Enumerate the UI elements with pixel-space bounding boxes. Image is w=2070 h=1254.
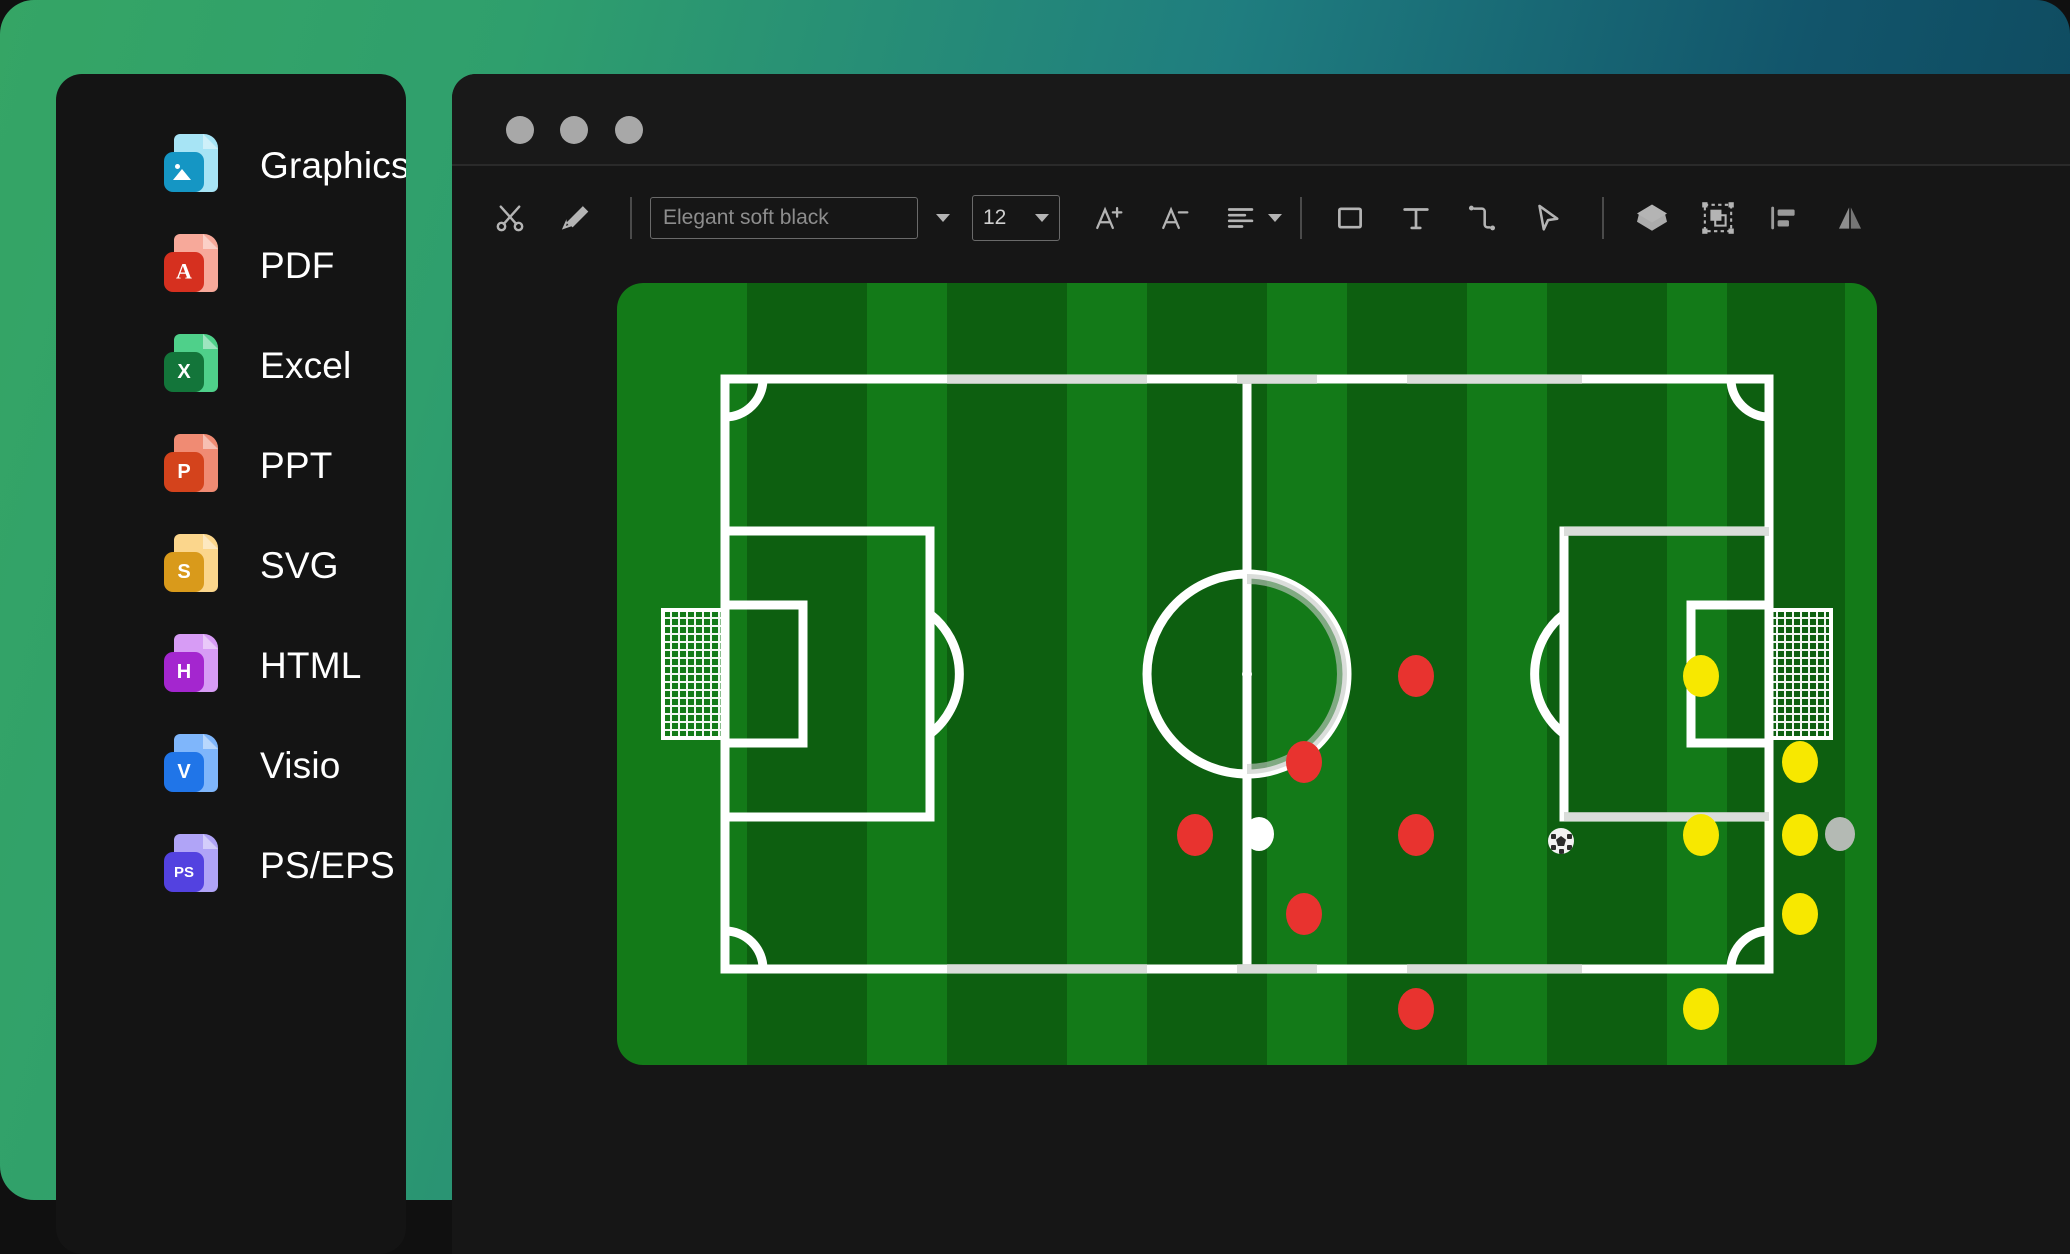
font-name-input[interactable]: Elegant soft black <box>650 197 918 239</box>
player-marker-yellow[interactable] <box>1683 655 1719 697</box>
sidebar-item-label: PS/EPS <box>260 845 395 886</box>
sidebar-item-visio[interactable]: V Visio <box>56 716 406 816</box>
connector-icon[interactable] <box>1452 188 1512 248</box>
file-type-badge: P <box>164 452 204 492</box>
cut-icon[interactable] <box>480 188 540 248</box>
close-button[interactable] <box>506 116 534 144</box>
layers-icon[interactable] <box>1622 188 1682 248</box>
toolbar-divider-1 <box>630 197 632 239</box>
player-marker-yellow[interactable] <box>1683 814 1719 856</box>
svg-file-icon: S <box>160 530 232 602</box>
sidebar-item-excel[interactable]: X Excel <box>56 316 406 416</box>
player-marker-red[interactable] <box>1286 741 1322 783</box>
player-marker-red[interactable] <box>1398 988 1434 1030</box>
flip-icon[interactable] <box>1820 188 1880 248</box>
player-marker-yellow[interactable] <box>1683 988 1719 1030</box>
excel-file-icon: X <box>160 330 232 402</box>
pdf-file-icon <box>160 230 232 302</box>
sidebar-item-label: Graphics <box>260 145 406 186</box>
rectangle-shape-icon[interactable] <box>1320 188 1380 248</box>
soccer-ball-icon[interactable] <box>1548 828 1574 854</box>
file-type-badge: H <box>164 652 204 692</box>
minimize-button[interactable] <box>560 116 588 144</box>
sidebar-item-svg[interactable]: S SVG <box>56 516 406 616</box>
gray-marker[interactable] <box>1825 817 1855 851</box>
sidebar-item-html[interactable]: H HTML <box>56 616 406 716</box>
sidebar-item-label: PDF <box>260 245 335 286</box>
image-glyph-icon <box>172 163 196 181</box>
ball-panel <box>1551 834 1556 839</box>
file-format-sidebar: GraphicsPDFXExcelPPPTSSVGHHTMLVVisioPSPS… <box>56 74 406 1254</box>
file-type-badge <box>164 152 204 192</box>
file-type-badge: PS <box>164 852 204 892</box>
group-objects-icon[interactable] <box>1688 188 1748 248</box>
text-box-icon[interactable] <box>1386 188 1446 248</box>
sidebar-item-label: PPT <box>260 445 333 486</box>
player-marker-yellow[interactable] <box>1782 893 1818 935</box>
font-size-input[interactable]: 12 <box>972 195 1060 241</box>
ppt-file-icon: P <box>160 430 232 502</box>
editor-toolbar: Elegant soft black 12 <box>452 166 2070 270</box>
sidebar-item-ppt[interactable]: P PPT <box>56 416 406 516</box>
font-name-placeholder: Elegant soft black <box>663 206 829 229</box>
file-type-badge <box>164 252 204 292</box>
sidebar-item-label: Visio <box>260 745 341 786</box>
sidebar-item-pdf[interactable]: PDF <box>56 216 406 316</box>
toolbar-divider-3 <box>1602 197 1604 239</box>
sidebar-item-label: Excel <box>260 345 352 386</box>
text-align-icon[interactable] <box>1212 188 1272 248</box>
sidebar-item-ps-eps[interactable]: PS PS/EPS <box>56 816 406 916</box>
file-type-badge: X <box>164 352 204 392</box>
select-cursor-icon[interactable] <box>1518 188 1578 248</box>
player-marker-red-goalkeeper[interactable] <box>1177 814 1213 856</box>
editor-window: Elegant soft black 12 <box>452 74 2070 1254</box>
drawing-canvas[interactable] <box>452 270 2070 1254</box>
player-marker-yellow-goalkeeper[interactable] <box>1782 814 1818 856</box>
toolbar-divider-2 <box>1300 197 1302 239</box>
player-marker-red[interactable] <box>1398 814 1434 856</box>
file-type-badge: V <box>164 752 204 792</box>
format-painter-icon[interactable] <box>546 188 606 248</box>
font-size-dropdown-icon[interactable] <box>1035 214 1049 222</box>
sidebar-item-label: SVG <box>260 545 339 586</box>
decrease-font-size-icon[interactable] <box>1146 188 1206 248</box>
align-objects-icon[interactable] <box>1754 188 1814 248</box>
selection-overlay <box>947 375 1769 973</box>
text-align-dropdown-icon[interactable] <box>1268 214 1282 222</box>
maximize-button[interactable] <box>615 116 643 144</box>
sidebar-item-graphics[interactable]: Graphics <box>56 116 406 216</box>
player-marker-red[interactable] <box>1398 655 1434 697</box>
font-size-value: 12 <box>983 206 1007 229</box>
player-marker-yellow[interactable] <box>1782 741 1818 783</box>
sidebar-item-label: HTML <box>260 645 362 686</box>
font-name-dropdown-icon[interactable] <box>936 214 950 222</box>
window-titlebar <box>452 74 2070 166</box>
white-marker[interactable] <box>1244 817 1274 851</box>
ball-panel <box>1567 845 1572 850</box>
goal-net-right <box>1767 608 1833 740</box>
player-marker-red[interactable] <box>1286 893 1322 935</box>
ball-panel <box>1551 845 1556 850</box>
ball-panel <box>1567 834 1572 839</box>
acrobat-glyph-icon <box>171 259 197 285</box>
goal-net-left <box>661 608 727 740</box>
pseps-file-icon: PS <box>160 830 232 902</box>
graphics-file-icon <box>160 130 232 202</box>
visio-file-icon: V <box>160 730 232 802</box>
soccer-field-diagram[interactable] <box>617 283 1877 1065</box>
html-file-icon: H <box>160 630 232 702</box>
file-type-badge: S <box>164 552 204 592</box>
increase-font-size-icon[interactable] <box>1080 188 1140 248</box>
ball-panel <box>1559 849 1564 854</box>
